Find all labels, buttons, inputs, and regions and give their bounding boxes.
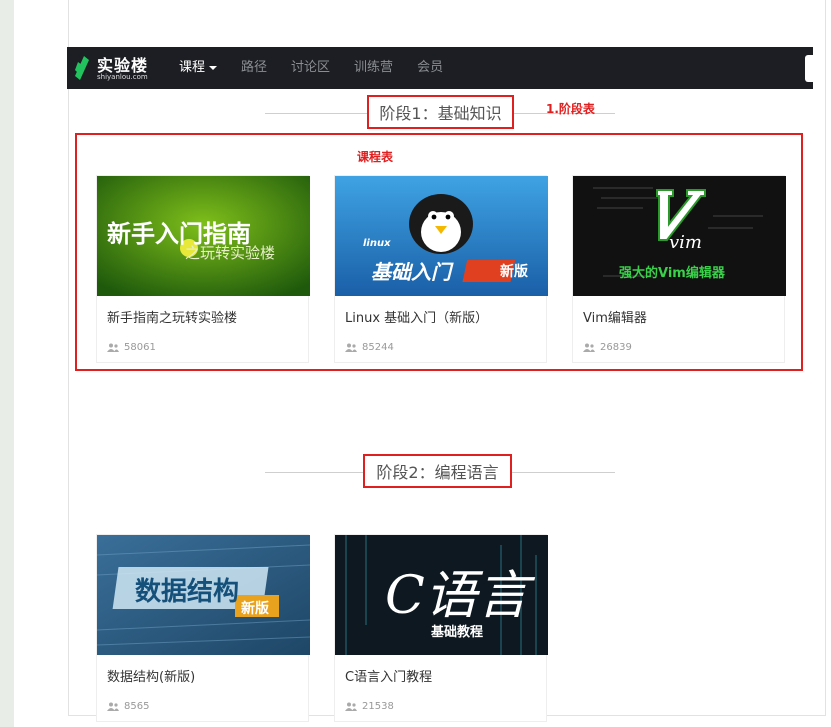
top-navbar: 实验楼 shiyanlou.com 课程 路径 讨论区 训练营 会员 xyxy=(67,47,817,89)
student-count-value: 85244 xyxy=(362,342,394,353)
student-count: 26839 xyxy=(583,342,632,353)
users-icon xyxy=(107,702,119,711)
student-count: 21538 xyxy=(345,701,394,712)
annotation-stage-table: 1.阶段表 xyxy=(546,102,595,116)
users-icon xyxy=(107,343,119,352)
users-icon xyxy=(345,702,357,711)
thumb-badge: 新版 xyxy=(500,264,528,280)
course-card[interactable]: C语言 基础教程 C语言入门教程 21538 xyxy=(334,534,548,722)
annotation-course-table: 课程表 xyxy=(357,150,394,164)
nav-courses-label: 课程 xyxy=(179,60,206,75)
stage-title: 阶段1：基础知识 xyxy=(367,95,514,129)
course-thumbnail: linux 基础入门 新版 xyxy=(335,176,548,296)
course-title: 数据结构(新版) xyxy=(107,670,196,685)
course-title: Linux 基础入门（新版） xyxy=(345,311,489,326)
thumb-tag: linux xyxy=(363,238,391,249)
logo-subtext: shiyanlou.com xyxy=(97,73,148,81)
thumb-headline: 数据结构 xyxy=(135,577,240,607)
stage-title: 阶段2：编程语言 xyxy=(363,454,512,488)
student-count: 58061 xyxy=(107,342,156,353)
course-card[interactable]: vim 强大的Vim编辑器 Vim编辑器 26839 xyxy=(572,175,786,363)
nav-paths[interactable]: 路径 xyxy=(241,47,267,89)
course-card[interactable]: linux 基础入门 新版 Linux 基础入门（新版） 85244 xyxy=(334,175,548,363)
thumb-headline: 基础入门 xyxy=(371,260,451,284)
course-title: 新手指南之玩转实验楼 xyxy=(107,311,238,326)
student-count-value: 58061 xyxy=(124,342,156,353)
nav-bootcamp[interactable]: 训练营 xyxy=(354,47,393,89)
thumb-headline: 强大的Vim编辑器 xyxy=(619,266,725,281)
thumb-badge: 新版 xyxy=(241,601,269,617)
student-count-value: 26839 xyxy=(600,342,632,353)
student-count: 8565 xyxy=(107,701,149,712)
course-thumbnail: vim 强大的Vim编辑器 xyxy=(573,176,786,296)
student-count-value: 21538 xyxy=(362,701,394,712)
thumb-subline: 之玩转实验楼 xyxy=(185,244,276,262)
course-thumbnail: 新手入门指南 之玩转实验楼 xyxy=(97,176,310,296)
student-count-value: 8565 xyxy=(124,701,150,712)
thumb-headline: C语言 xyxy=(385,566,529,626)
course-card[interactable]: 新手入门指南 之玩转实验楼 新手指南之玩转实验楼 58061 xyxy=(96,175,310,363)
course-title: Vim编辑器 xyxy=(583,311,647,326)
thumb-subline: 基础教程 xyxy=(431,625,484,640)
student-count: 85244 xyxy=(345,342,394,353)
main-nav: 课程 路径 讨论区 训练营 会员 xyxy=(179,47,467,89)
users-icon xyxy=(345,343,357,352)
users-icon xyxy=(583,343,595,352)
svg-text:vim: vim xyxy=(669,232,702,253)
logo-leaf-icon xyxy=(75,56,89,80)
search-input[interactable] xyxy=(805,55,817,82)
course-title: C语言入门教程 xyxy=(345,670,433,685)
nav-courses[interactable]: 课程 xyxy=(179,47,218,89)
caret-down-icon xyxy=(209,65,218,70)
site-logo[interactable]: 实验楼 shiyanlou.com xyxy=(75,54,159,84)
course-thumbnail: C语言 基础教程 xyxy=(335,535,548,655)
nav-membership[interactable]: 会员 xyxy=(417,47,443,89)
course-card[interactable]: 数据结构 新版 数据结构(新版) 8565 xyxy=(96,534,310,722)
course-thumbnail: 数据结构 新版 xyxy=(97,535,310,655)
nav-discussion[interactable]: 讨论区 xyxy=(291,47,330,89)
